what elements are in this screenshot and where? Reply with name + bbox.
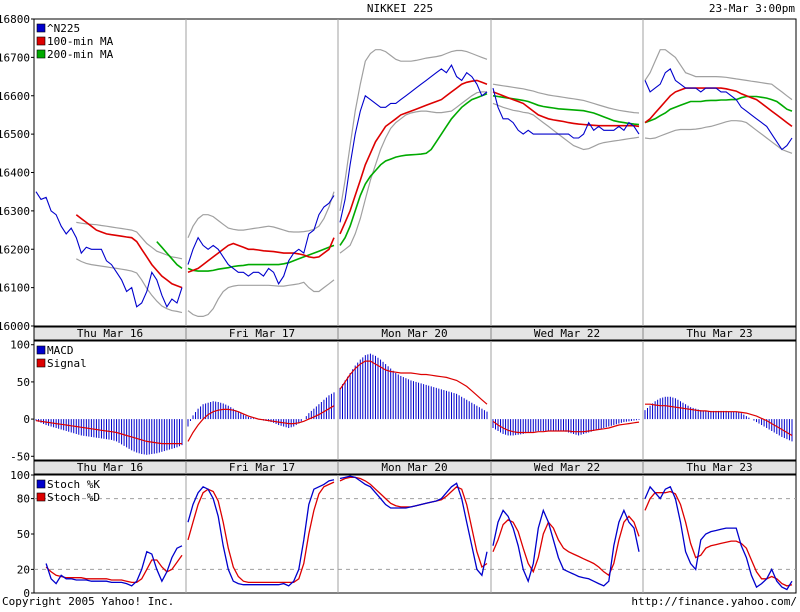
- legend-label: 200-min MA: [47, 48, 114, 61]
- legend-label: Stoch %K: [47, 478, 100, 491]
- y-tick-label: 50: [17, 528, 30, 541]
- day-label: Thu Mar 16: [77, 327, 143, 340]
- day-label: Fri Mar 17: [229, 327, 295, 340]
- legend-swatch: [36, 492, 46, 502]
- day-label: Mon Mar 20: [381, 327, 447, 340]
- legend-swatch: [36, 358, 46, 368]
- chart-canvas: NIKKEI 225 23-Mar 3:00pm 16000 16100 16200…: [0, 0, 800, 608]
- legend-swatch: [36, 49, 46, 59]
- legend-label: 100-min MA: [47, 35, 114, 48]
- y-tick-label: -50: [10, 450, 30, 463]
- day-label: Fri Mar 17: [229, 461, 295, 474]
- day-label: Thu Mar 16: [77, 461, 143, 474]
- y-tick-label: 16100: [0, 282, 30, 295]
- legend-swatch: [36, 36, 46, 46]
- chart-timestamp: 23-Mar 3:00pm: [709, 2, 795, 15]
- y-tick-label: 100: [10, 339, 30, 352]
- y-tick-label: 0: [23, 413, 30, 426]
- source-url[interactable]: http://finance.yahoo.com/: [631, 595, 797, 608]
- y-tick-label: 16700: [0, 51, 30, 64]
- stock-chart: NIKKEI 225 23-Mar 3:00pm 16000 16100 16200…: [0, 0, 800, 608]
- legend-swatch: [36, 23, 46, 33]
- y-tick-label: 100: [10, 469, 30, 482]
- y-tick-label: 16000: [0, 320, 30, 333]
- chart-title: NIKKEI 225: [367, 2, 433, 15]
- y-tick-label: 16200: [0, 243, 30, 256]
- legend-label: MACD: [47, 344, 74, 357]
- y-tick-label: 16600: [0, 90, 30, 103]
- y-tick-label: 16400: [0, 167, 30, 180]
- day-label: Wed Mar 22: [534, 461, 600, 474]
- y-tick-label: 16500: [0, 128, 30, 141]
- y-tick-label: 16800: [0, 13, 30, 26]
- day-label: Thu Mar 23: [686, 461, 752, 474]
- copyright-text: Copyright 2005 Yahoo! Inc.: [2, 595, 174, 608]
- day-label: Thu Mar 23: [686, 327, 752, 340]
- legend-swatch: [36, 479, 46, 489]
- day-label: Mon Mar 20: [381, 461, 447, 474]
- y-tick-label: 50: [17, 376, 30, 389]
- day-label: Wed Mar 22: [534, 327, 600, 340]
- y-tick-label: 16300: [0, 205, 30, 218]
- legend-swatch: [36, 345, 46, 355]
- legend-label: ^N225: [47, 22, 80, 35]
- y-tick-label: 20: [17, 563, 30, 576]
- legend-label: Stoch %D: [47, 491, 100, 504]
- legend-label: Signal: [47, 357, 87, 370]
- y-tick-label: 80: [17, 493, 30, 506]
